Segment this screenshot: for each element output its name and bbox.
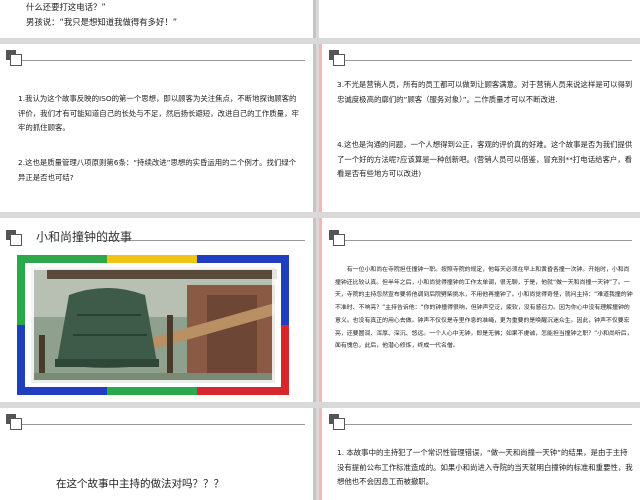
slide-header-line bbox=[345, 60, 632, 61]
slide-header-line bbox=[345, 240, 632, 241]
slide-6[interactable]: 在这个故事中主持的做法对吗？？？ bbox=[0, 408, 313, 500]
slide-header-line bbox=[22, 60, 305, 61]
slide-5-story: 有一位小和尚在寺院担任撞钟一职。按照寺院的规定，他每天必须在早上和黄昏各撞一次钟… bbox=[335, 267, 633, 350]
slide-3-marker bbox=[319, 44, 322, 212]
slide-5[interactable]: 有一位小和尚在寺院担任撞钟一职。按照寺院的规定，他每天必须在早上和黄昏各撞一次钟… bbox=[319, 218, 640, 402]
slide-header-line bbox=[345, 424, 632, 425]
slide-6-edge bbox=[313, 408, 316, 500]
slide-2-top bbox=[319, 0, 640, 38]
slide-1[interactable]: 什么还要打这电话？” 男孩说：“我只是想知道我做得有多好！” bbox=[0, 0, 313, 38]
slide-1-line-1: 什么还要打这电话？” bbox=[26, 2, 106, 12]
slide-3-para-2: 4.这也是沟通的问题，一个人想得到公正，客观的评价真的好难。这个故事是否为我们提… bbox=[337, 140, 633, 178]
slide-7-para-1: 1. 本故事中的主持犯了一个常识性管理错误，“做一天和尚撞一天钟”的结果，是由于… bbox=[337, 448, 633, 486]
slide-2-edge bbox=[313, 44, 316, 212]
slide-2-para-2: 2.这也是质量管理八项原则第6条：“持续改进”思想的实昏运用的二个例才。找们绿个… bbox=[18, 158, 297, 182]
slide-2-para-1: 1.我认为这个故事反映的ISO的第一个思想，即以顾客为关注焦点，不断地探询顾客的… bbox=[18, 94, 299, 132]
slide-corner-icon bbox=[329, 414, 345, 430]
slide-4-edge bbox=[313, 218, 316, 402]
slide-header-line bbox=[22, 424, 305, 425]
slide-corner-icon bbox=[6, 414, 22, 430]
slide-3-para-1: 3.不光是营销人员，所有的员工都可以做到让顾客满意。对于营销人员来说这样是可以得… bbox=[337, 80, 633, 104]
slide-7[interactable]: 1. 本故事中的主持犯了一个常识性管理错误，“做一天和尚撞一天钟”的结果，是由于… bbox=[319, 408, 640, 500]
slide-1-line-2: 男孩说：“我只是想知道我做得有多好！” bbox=[26, 17, 178, 27]
slide-3[interactable]: 3.不光是营销人员，所有的员工都可以做到让顾客满意。对于营销人员来说这样是可以得… bbox=[319, 44, 640, 212]
slide-corner-icon bbox=[329, 230, 345, 246]
slide-4[interactable]: 小和尚撞钟的故事 bbox=[0, 218, 313, 402]
slide-5-marker bbox=[319, 218, 322, 402]
slide-4-title: 小和尚撞钟的故事 bbox=[36, 230, 133, 244]
bell-photo-illustration bbox=[17, 255, 289, 395]
slide-6-question: 在这个故事中主持的做法对吗？？？ bbox=[56, 478, 224, 490]
slide-1-edge bbox=[313, 0, 316, 38]
slide-corner-icon bbox=[6, 230, 22, 246]
bell-photo bbox=[17, 255, 289, 395]
slide-7-marker bbox=[319, 408, 322, 500]
slide-2[interactable]: 1.我认为这个故事反映的ISO的第一个思想，即以顾客为关注焦点，不断地探询顾客的… bbox=[0, 44, 313, 212]
slide-corner-icon bbox=[6, 50, 22, 66]
slide-corner-icon bbox=[329, 50, 345, 66]
